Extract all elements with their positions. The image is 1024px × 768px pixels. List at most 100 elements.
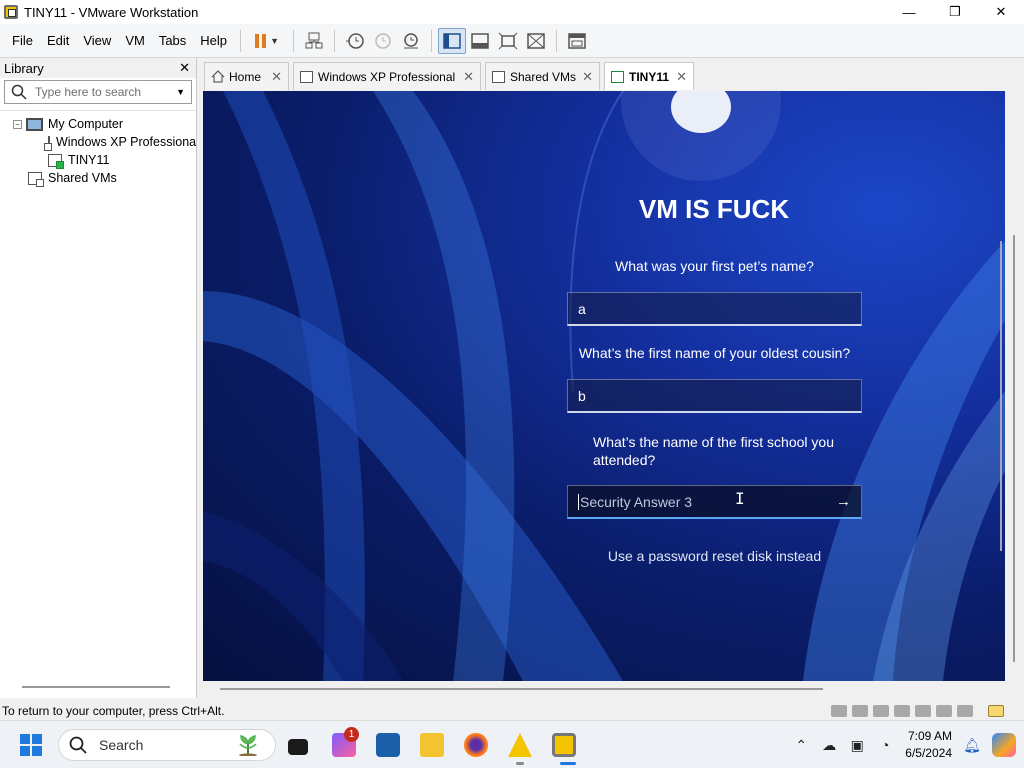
search-highlight-plant-icon <box>239 735 257 756</box>
maximize-button[interactable]: ❐ <box>932 0 978 24</box>
clock-date: 6/5/2024 <box>905 746 952 760</box>
taskbar-search-box[interactable]: Search <box>58 729 276 761</box>
menu-tabs[interactable]: Tabs <box>152 33 193 48</box>
toolbar-separator <box>334 29 336 52</box>
vm-screen[interactable]: VM IS FUCK What was your first pet’s nam… <box>203 91 1005 681</box>
tree-item-shared-vms[interactable]: Shared VMs <box>0 169 196 187</box>
vmware-workstation-icon[interactable] <box>552 733 576 757</box>
submit-arrow-button[interactable]: → <box>836 493 851 510</box>
tree-item-label: My Computer <box>48 117 124 131</box>
chevron-up-icon[interactable]: ⌃ <box>792 737 810 753</box>
status-message: To return to your computer, press Ctrl+A… <box>2 704 225 718</box>
tab-tiny11[interactable]: TINY11 ✕ <box>604 62 694 90</box>
printer-icon[interactable] <box>915 705 931 717</box>
close-button[interactable]: ✕ <box>978 0 1024 24</box>
security-question-2: What’s the first name of your oldest cou… <box>578 345 851 361</box>
search-icon <box>69 736 87 754</box>
file-explorer-icon[interactable] <box>420 733 444 757</box>
virtualbox-icon[interactable] <box>376 733 400 757</box>
cd-dvd-icon[interactable] <box>852 705 868 717</box>
search-icon <box>11 84 27 100</box>
system-tray: ⌃ ☁ ▣ ◔ 7:09 AM 6/5/2024 🔔︎ <box>787 721 1024 768</box>
answer-value: a <box>578 300 586 317</box>
vm-inner-scrollbar[interactable] <box>1000 241 1002 551</box>
collapse-toggle[interactable]: − <box>13 119 22 129</box>
library-horizontal-scrollbar[interactable] <box>22 686 170 688</box>
thumbnail-bar-button[interactable] <box>466 28 494 54</box>
firefox-icon[interactable] <box>464 733 488 757</box>
library-panel: Library ✕ Type here to search ▼ − My Com… <box>0 58 197 698</box>
cloud-sync-off-icon[interactable]: ☁ <box>820 737 838 753</box>
warning-app-icon[interactable] <box>508 733 532 757</box>
toolbar-separator <box>556 29 558 52</box>
hard-disk-icon[interactable] <box>831 705 847 717</box>
snapshot-manager-button[interactable] <box>397 28 425 54</box>
security-answer-1-input[interactable]: a <box>567 292 862 326</box>
menu-file[interactable]: File <box>0 33 40 48</box>
network-adapter-icon[interactable] <box>873 705 889 717</box>
display-icon[interactable] <box>957 705 973 717</box>
console-vertical-scrollbar[interactable] <box>1013 235 1015 662</box>
vm-icon <box>300 70 313 83</box>
running-indicator <box>516 762 524 765</box>
volume-icon[interactable]: ◔ <box>876 737 894 753</box>
vm-console: VM IS FUCK What was your first pet’s nam… <box>201 91 1017 689</box>
snapshot-icon <box>346 32 364 49</box>
tab-shared-vms[interactable]: Shared VMs ✕ <box>485 62 600 90</box>
menu-help[interactable]: Help <box>193 33 234 48</box>
task-view-icon[interactable] <box>288 739 308 755</box>
chevron-down-icon: ▼ <box>270 35 279 46</box>
window-title: TINY11 - VMware Workstation <box>24 4 199 20</box>
pause-icon <box>255 33 267 48</box>
usb-icon[interactable] <box>894 705 910 717</box>
tree-item-label: Windows XP Professional <box>56 135 196 149</box>
chevron-down-icon[interactable]: ▼ <box>176 87 185 97</box>
notification-badge: 1 <box>344 727 359 742</box>
title-bar: TINY11 - VMware Workstation — ❐ ✕ <box>0 0 1024 24</box>
tab-windows-xp[interactable]: Windows XP Professional ✕ <box>293 62 481 90</box>
message-log-icon[interactable] <box>988 705 1004 717</box>
library-header: Library ✕ <box>0 58 196 78</box>
shared-vms-icon <box>28 171 44 187</box>
user-name: VM IS FUCK <box>638 194 790 224</box>
library-tree: − My Computer Windows XP Professional TI… <box>0 110 196 187</box>
revert-snapshot-button[interactable] <box>369 28 397 54</box>
tab-home[interactable]: Home ✕ <box>204 62 289 90</box>
tab-close-icon[interactable]: ✕ <box>463 69 474 85</box>
tree-item-windows-xp[interactable]: Windows XP Professional <box>0 133 196 151</box>
shared-vms-icon <box>492 70 505 83</box>
tree-item-tiny11[interactable]: TINY11 <box>0 151 196 169</box>
console-horizontal-scrollbar[interactable] <box>220 688 823 690</box>
sound-icon[interactable] <box>936 705 952 717</box>
windows-start-button[interactable] <box>20 734 42 756</box>
take-snapshot-button[interactable] <box>341 28 369 54</box>
full-screen-button[interactable] <box>494 28 522 54</box>
network-icon[interactable]: ▣ <box>848 737 866 753</box>
tree-item-my-computer[interactable]: − My Computer <box>0 115 196 133</box>
status-bar: To return to your computer, press Ctrl+A… <box>0 702 1024 720</box>
menu-vm[interactable]: VM <box>118 33 152 48</box>
password-reset-disk-link[interactable]: Use a password reset disk instead <box>567 548 862 564</box>
full-screen-icon <box>498 32 518 49</box>
menu-edit[interactable]: Edit <box>40 33 76 48</box>
copilot-icon[interactable] <box>992 733 1016 757</box>
minimize-button[interactable]: — <box>886 0 932 24</box>
tab-close-icon[interactable]: ✕ <box>582 69 593 85</box>
clock[interactable]: 7:09 AM 6/5/2024 <box>905 728 952 762</box>
vm-icon <box>44 135 52 151</box>
tab-close-icon[interactable]: ✕ <box>271 69 282 85</box>
send-ctrl-alt-del-button[interactable] <box>300 28 328 54</box>
console-view-button[interactable] <box>563 28 591 54</box>
security-answer-2-input[interactable]: b <box>567 379 862 413</box>
security-answer-3-input[interactable]: Security Answer 3 → <box>567 485 862 519</box>
library-close-icon[interactable]: ✕ <box>179 60 190 76</box>
unity-button[interactable] <box>522 28 550 54</box>
show-library-button[interactable] <box>438 27 467 54</box>
vmware-app-icon <box>4 5 18 19</box>
pause-vm-button[interactable]: ▼ <box>247 28 287 54</box>
menu-view[interactable]: View <box>76 33 118 48</box>
tab-close-icon[interactable]: ✕ <box>676 69 687 85</box>
library-search-input[interactable]: Type here to search ▼ <box>4 80 192 104</box>
tab-label: Shared VMs <box>510 69 577 84</box>
bell-icon[interactable]: 🔔︎ <box>963 737 981 753</box>
